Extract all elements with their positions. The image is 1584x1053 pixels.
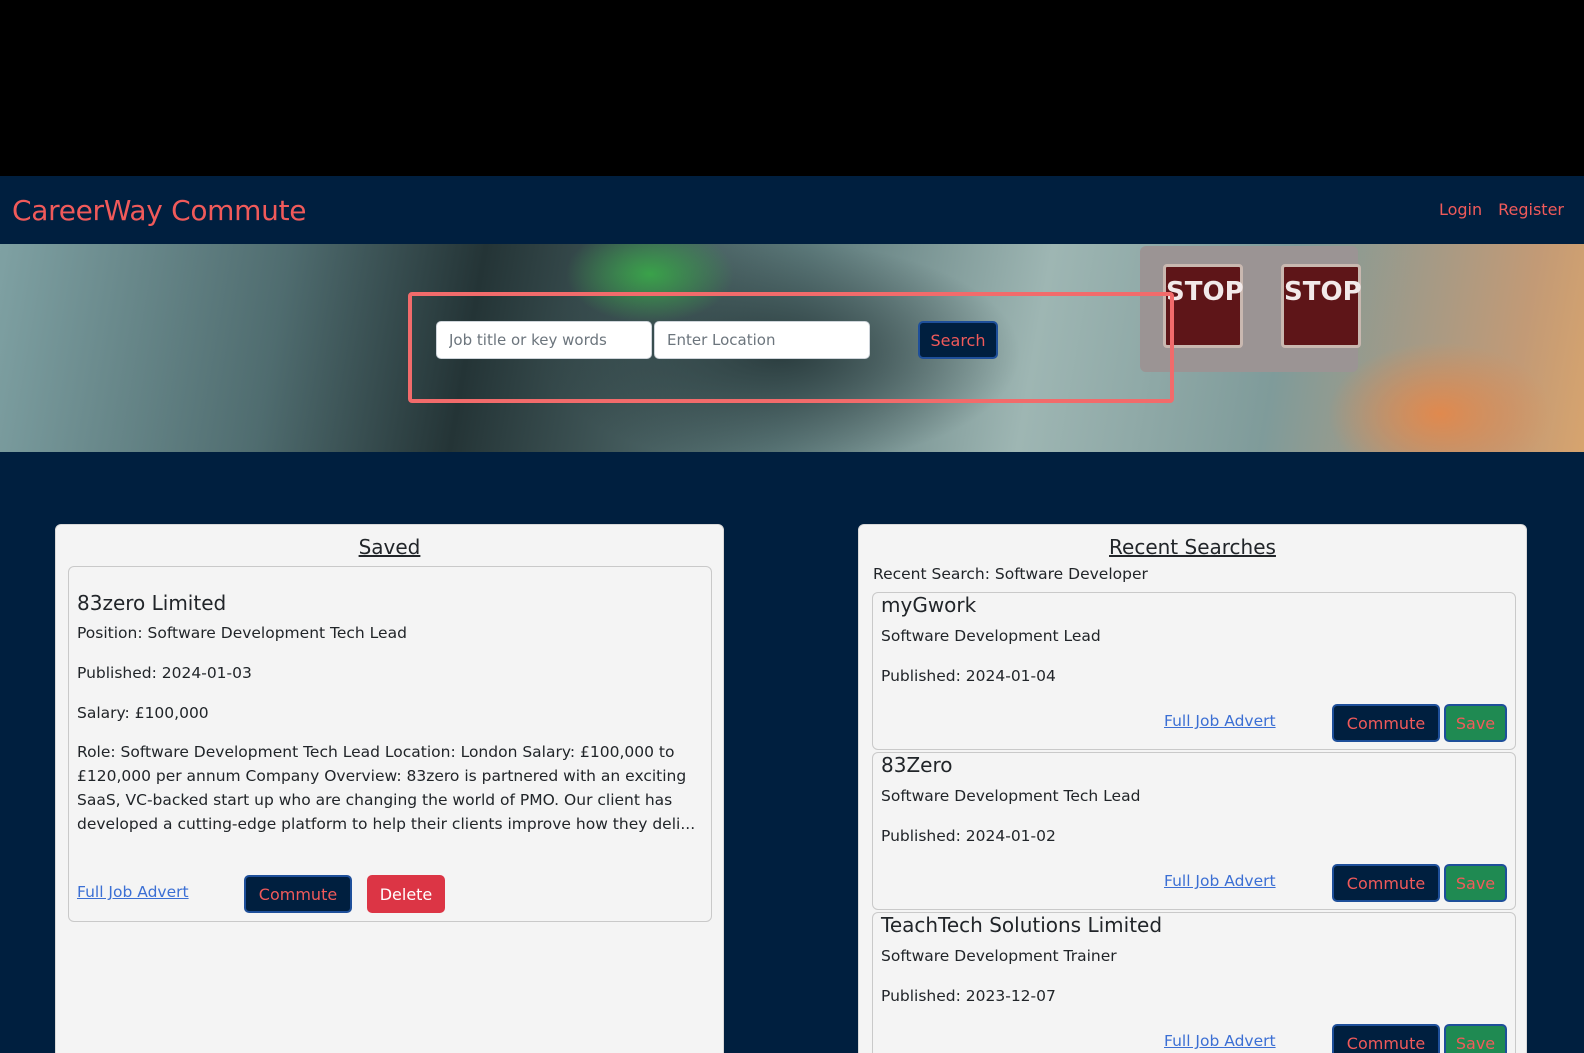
job-published: Published: 2024-01-02 xyxy=(881,827,1056,845)
full-job-advert-link[interactable]: Full Job Advert xyxy=(1164,872,1276,890)
job-description: Role: Software Development Tech Lead Loc… xyxy=(77,743,696,833)
job-published: Published: 2023-12-07 xyxy=(881,987,1056,1005)
recent-searches-title: Recent Searches xyxy=(1109,535,1276,559)
company-name: 83Zero xyxy=(881,753,953,777)
recent-job-card: TeachTech Solutions Limited Software Dev… xyxy=(872,912,1516,1053)
job-position: Position: Software Development Tech Lead xyxy=(77,624,407,642)
nav-links: Login Register xyxy=(1439,200,1564,219)
top-black-bar xyxy=(0,0,1584,176)
saved-job-card: 83zero Limited Position: Software Develo… xyxy=(68,566,712,922)
location-input[interactable] xyxy=(654,321,870,359)
login-link[interactable]: Login xyxy=(1439,200,1482,219)
navbar: CareerWay Commute Login Register xyxy=(0,176,1584,244)
full-job-advert-link[interactable]: Full Job Advert xyxy=(1164,712,1276,730)
recent-job-card: myGwork Software Development Lead Publis… xyxy=(872,592,1516,750)
saved-title: Saved xyxy=(358,535,421,559)
stop-sign-image: STOP xyxy=(1163,264,1244,348)
commute-button[interactable]: Commute xyxy=(244,875,352,913)
job-published: Published: 2024-01-03 xyxy=(77,664,252,682)
job-position: Software Development Trainer xyxy=(881,947,1117,965)
save-button[interactable]: Save xyxy=(1444,864,1507,902)
full-job-advert-link[interactable]: Full Job Advert xyxy=(77,883,189,901)
company-name: myGwork xyxy=(881,593,977,617)
brand-logo[interactable]: CareerWay Commute xyxy=(12,194,306,227)
job-position: Software Development Tech Lead xyxy=(881,787,1141,805)
full-job-advert-link[interactable]: Full Job Advert xyxy=(1164,1032,1276,1050)
hero-banner: STOP STOP Search xyxy=(0,244,1584,452)
commute-button[interactable]: Commute xyxy=(1332,704,1440,742)
stop-sign-image: STOP xyxy=(1281,264,1362,348)
job-published: Published: 2024-01-04 xyxy=(881,667,1056,685)
job-salary: Salary: £100,000 xyxy=(77,704,209,722)
recent-search-label: Recent Search: Software Developer xyxy=(873,565,1148,583)
recent-job-card: 83Zero Software Development Tech Lead Pu… xyxy=(872,752,1516,910)
saved-panel: Saved 83zero Limited Position: Software … xyxy=(55,524,724,1053)
save-button[interactable]: Save xyxy=(1444,704,1507,742)
delete-button[interactable]: Delete xyxy=(367,875,445,913)
company-name: 83zero Limited xyxy=(77,591,227,615)
register-link[interactable]: Register xyxy=(1498,200,1564,219)
commute-button[interactable]: Commute xyxy=(1332,1024,1440,1053)
commute-button[interactable]: Commute xyxy=(1332,864,1440,902)
page: CareerWay Commute Login Register STOP ST… xyxy=(0,176,1584,1053)
save-button[interactable]: Save xyxy=(1444,1024,1507,1053)
job-title-input[interactable] xyxy=(436,321,652,359)
recent-searches-panel: Recent Searches Recent Search: Software … xyxy=(858,524,1527,1053)
company-name: TeachTech Solutions Limited xyxy=(881,913,1163,937)
job-position: Software Development Lead xyxy=(881,627,1101,645)
search-button[interactable]: Search xyxy=(918,321,998,359)
